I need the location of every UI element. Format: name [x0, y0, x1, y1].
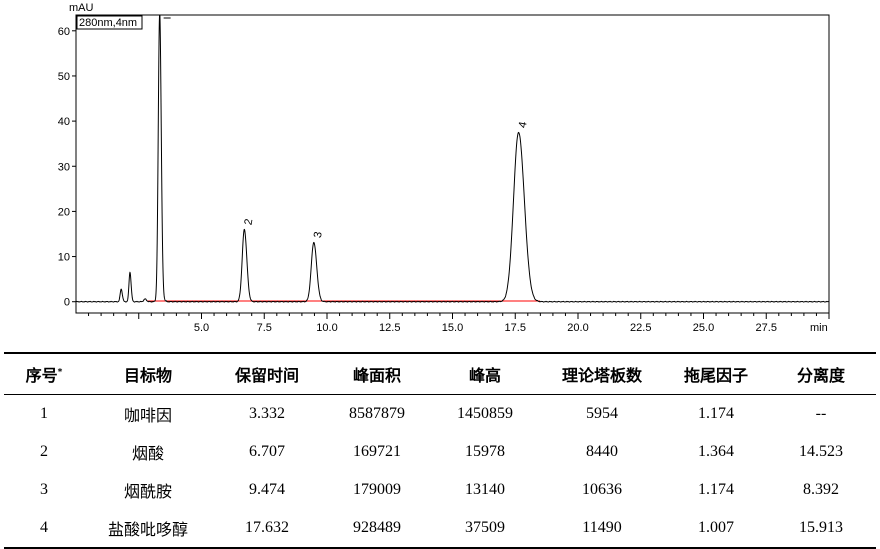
x-tick-label: 5.0: [194, 322, 209, 334]
chromatogram-trace: [75, 14, 830, 303]
peak-label-4: 4: [517, 121, 530, 129]
table-cell: --: [815, 405, 827, 422]
y-tick-label: 60: [58, 26, 70, 38]
chromatogram-chart: 0 10 20 30 40 50 60 5.0 7.5 10.0 12.5 15.0 17.5 20.0…: [58, 2, 830, 334]
table-cell: 37509: [465, 519, 505, 536]
x-tick-label: 12.5: [379, 322, 400, 334]
col-header-tailing-factor: 拖尾因子: [683, 366, 748, 385]
x-tick-label: 25.0: [693, 322, 714, 334]
signal-label: 280nm,4nm: [79, 17, 137, 29]
table-cell: 2: [40, 443, 48, 460]
table-cell: 15.913: [799, 519, 843, 536]
table-cell: 928489: [353, 519, 401, 536]
table-row: 2 烟酸 6.707 169721 15978 8440 1.364 14.52…: [4, 433, 876, 471]
table-row: 1 咖啡因 3.332 8587879 1450859 5954 1.174 -…: [4, 395, 876, 434]
table-cell: 13140: [465, 481, 505, 498]
peak-label-3: 3: [312, 231, 325, 239]
x-tick-label: 22.5: [630, 322, 651, 334]
col-header-peak-height: 峰高: [468, 366, 501, 385]
table-cell: 17.632: [245, 519, 289, 536]
col-header-resolution: 分离度: [796, 366, 845, 385]
table-cell: 烟酰胺: [123, 484, 172, 501]
y-tick-label: 40: [58, 116, 70, 128]
y-tick-label: 10: [58, 252, 70, 264]
table-cell: 11490: [582, 519, 622, 536]
results-table: 序号* 目标物 保留时间 峰面积 峰高 理论塔板数 拖尾因子 分离度 1 咖啡因…: [4, 352, 876, 549]
x-tick-label: 7.5: [257, 322, 272, 334]
table-cell: 8440: [586, 443, 618, 460]
table-row: 4 盐酸吡哆醇 17.632 928489 37509 11490 1.007 …: [4, 509, 876, 548]
table-cell: 1.174: [698, 405, 734, 422]
table-cell: 1.174: [698, 481, 734, 498]
y-tick-label: 0: [64, 297, 70, 309]
col-header-index: 序号*: [25, 366, 63, 385]
x-tick-label: 15.0: [442, 322, 463, 334]
peak-label-2: 2: [242, 218, 255, 226]
table-cell: 8.392: [803, 481, 839, 498]
table-cell: 3.332: [249, 405, 285, 422]
x-axis-unit-label: min: [810, 322, 828, 334]
table-cell: 5954: [586, 405, 618, 422]
table-cell: 8587879: [349, 405, 405, 422]
x-tick-label: 20.0: [567, 322, 588, 334]
table-cell: 15978: [465, 443, 505, 460]
y-tick-label: 50: [58, 71, 70, 83]
table-cell: 14.523: [799, 443, 843, 460]
table-cell: 169721: [353, 443, 401, 460]
table-cell: 1.007: [698, 519, 734, 536]
table-cell: 1450859: [457, 405, 513, 422]
table-cell: 10636: [582, 481, 622, 498]
col-header-retention-time: 保留时间: [234, 366, 299, 385]
table-cell: 盐酸吡哆醇: [107, 522, 188, 539]
y-tick-label: 30: [58, 161, 70, 173]
table-row: 3 烟酰胺 9.474 179009 13140 10636 1.174 8.3…: [4, 471, 876, 509]
table-cell: 6.707: [249, 443, 285, 460]
table-cell: 1: [40, 405, 48, 422]
x-tick-label: 27.5: [756, 322, 777, 334]
col-header-analyte: 目标物: [123, 366, 172, 385]
table-cell: 9.474: [249, 481, 285, 498]
x-axis: 5.0 7.5 10.0 12.5 15.0 17.5 20.0 22.5 25.0 27.5: [88, 313, 830, 334]
table-cell: 烟酸: [131, 446, 164, 463]
table-cell: 179009: [353, 481, 401, 498]
table-header-row: 序号* 目标物 保留时间 峰面积 峰高 理论塔板数 拖尾因子 分离度: [4, 353, 876, 395]
x-tick-label: 10.0: [316, 322, 337, 334]
y-axis: 0 10 20 30 40 50 60: [58, 26, 76, 309]
table-cell: 1.364: [698, 443, 734, 460]
col-header-plate-count: 理论塔板数: [561, 366, 642, 385]
y-tick-label: 20: [58, 206, 70, 218]
col-header-peak-area: 峰面积: [352, 366, 401, 385]
table-cell: 3: [40, 481, 48, 498]
peak-labels: 2 3 4: [163, 17, 530, 239]
table-cell: 咖啡因: [123, 408, 172, 425]
table-cell: 4: [40, 519, 48, 536]
x-tick-label: 17.5: [505, 322, 526, 334]
y-axis-unit-label: mAU: [69, 2, 94, 14]
plot-frame: [75, 14, 830, 314]
